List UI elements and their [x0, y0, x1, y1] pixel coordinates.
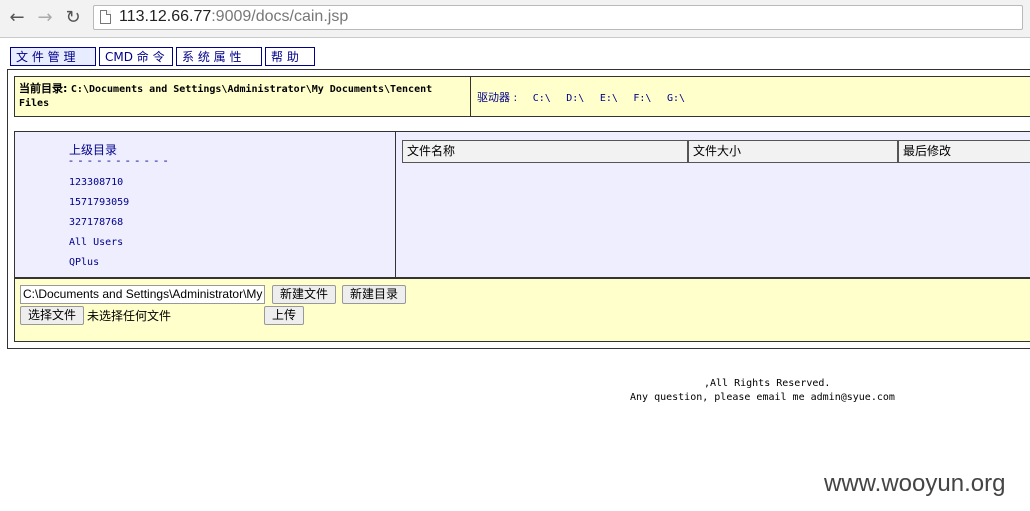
directory-link[interactable]: QPlus	[69, 257, 99, 268]
url-text: 113.12.66.77:9009/docs/cain.jsp	[119, 8, 349, 25]
drive-list: 驱动器 : C:\ D:\ E:\ F:\ G:\	[477, 89, 685, 105]
contact-text: Any question, please email me admin@syue…	[630, 392, 895, 403]
separator: - - - - - - - - - - -	[69, 154, 169, 167]
drives-label: 驱动器 :	[477, 91, 518, 104]
copyright-text: ,All Rights Reserved.	[704, 378, 831, 389]
current-directory: 当前目录: C:\Documents and Settings\Administ…	[15, 77, 471, 116]
address-bar[interactable]: 113.12.66.77:9009/docs/cain.jsp	[93, 5, 1023, 30]
actions-panel: C:\Documents and Settings\Administrator\…	[14, 278, 1030, 342]
path-input[interactable]: C:\Documents and Settings\Administrator\…	[20, 285, 265, 304]
directory-link[interactable]: 327178768	[69, 217, 123, 228]
new-directory-button[interactable]: 新建目录	[342, 285, 406, 304]
new-file-button[interactable]: 新建文件	[272, 285, 336, 304]
reload-icon[interactable]: ↻	[62, 7, 84, 29]
menu-system-properties[interactable]: 系 统 属 性	[176, 47, 262, 66]
drive-link[interactable]: C:\	[533, 93, 551, 104]
directory-tree: 上级目录 - - - - - - - - - - - 123308710 157…	[15, 132, 396, 277]
no-file-chosen-label: 未选择任何文件	[87, 309, 172, 323]
menu-cmd[interactable]: CMD 命 令	[99, 47, 173, 66]
choose-file-button[interactable]: 选择文件	[20, 306, 84, 325]
column-last-modified: 最后修改	[898, 140, 1030, 163]
directory-link[interactable]: 123308710	[69, 177, 123, 188]
directory-link[interactable]: 1571793059	[69, 197, 129, 208]
drive-link[interactable]: D:\	[566, 93, 584, 104]
file-list: 文件名称 文件大小 最后修改	[396, 132, 1030, 277]
page-icon	[100, 10, 111, 24]
watermark: www.wooyun.org	[824, 470, 1006, 497]
drive-link[interactable]: E:\	[600, 93, 618, 104]
browser-toolbar: ← → ↻ 113.12.66.77:9009/docs/cain.jsp	[0, 0, 1030, 38]
file-table-header: 文件名称 文件大小 最后修改	[402, 140, 1030, 163]
menu-help[interactable]: 帮 助	[265, 47, 315, 66]
current-directory-path: C:\Documents and Settings\Administrator\…	[19, 84, 433, 109]
column-file-name: 文件名称	[402, 140, 688, 163]
back-icon[interactable]: ←	[6, 7, 28, 29]
browser-panel: 上级目录 - - - - - - - - - - - 123308710 157…	[14, 131, 1030, 278]
menu-file-manage[interactable]: 文 件 管 理	[10, 47, 96, 66]
drive-link[interactable]: F:\	[633, 93, 651, 104]
current-directory-label: 当前目录:	[19, 82, 68, 95]
directory-link[interactable]: All Users	[69, 237, 123, 248]
location-bar: 当前目录: C:\Documents and Settings\Administ…	[14, 76, 1030, 117]
upload-button[interactable]: 上传	[264, 306, 304, 325]
drive-link[interactable]: G:\	[667, 93, 685, 104]
forward-icon[interactable]: →	[34, 7, 56, 29]
column-file-size: 文件大小	[688, 140, 898, 163]
